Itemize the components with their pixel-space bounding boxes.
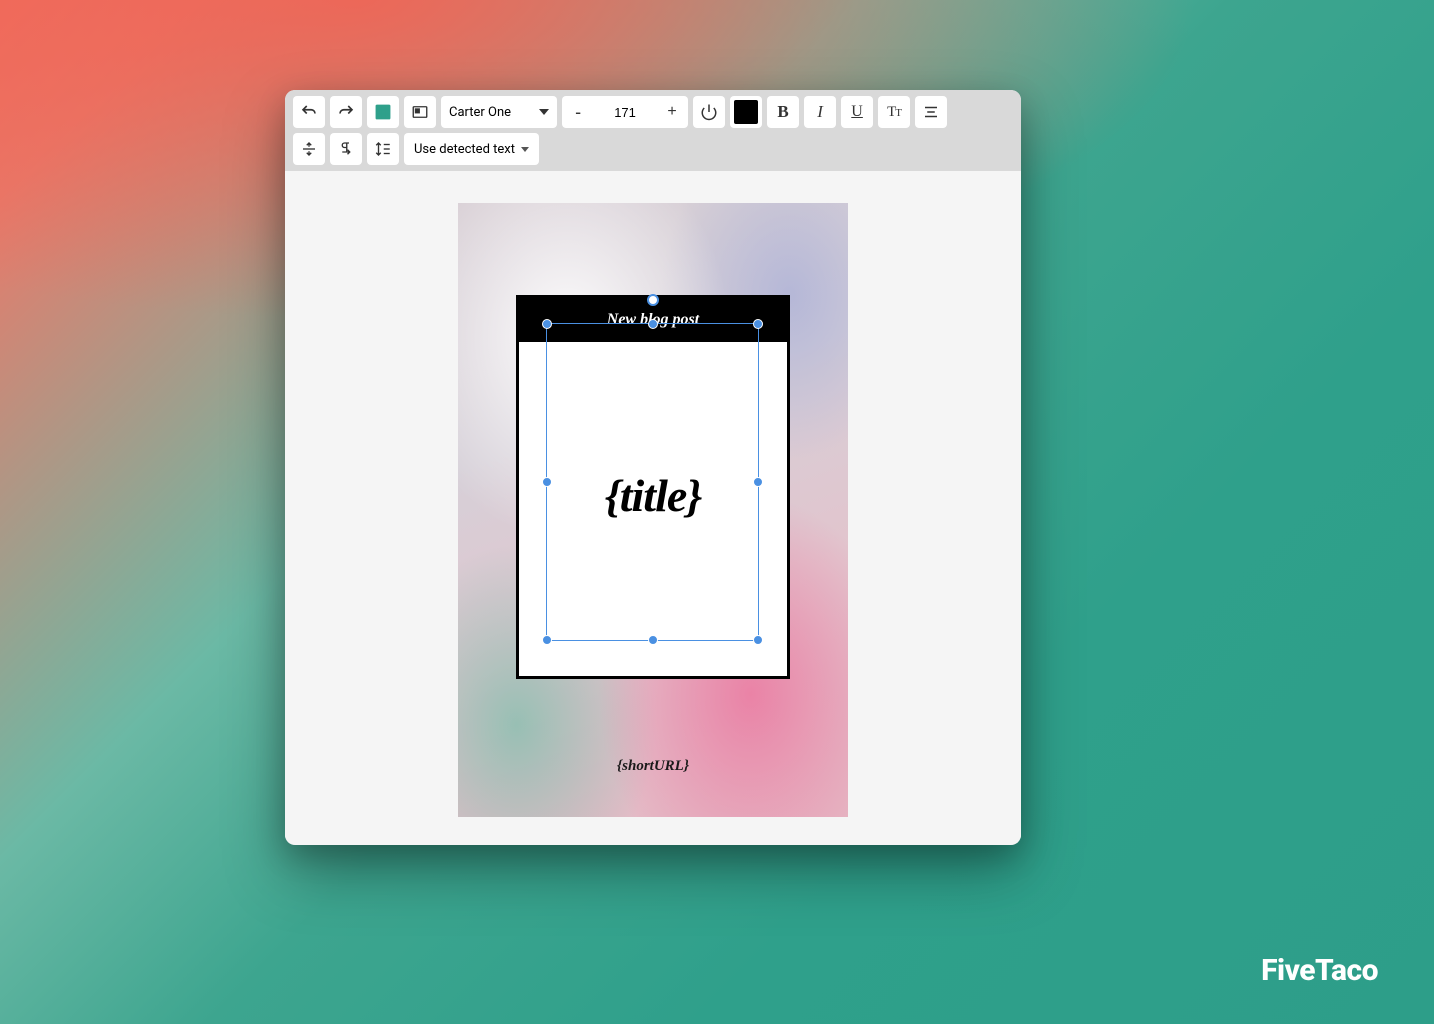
align-button[interactable] bbox=[915, 96, 947, 128]
detected-text-select[interactable]: Use detected text bbox=[404, 133, 539, 165]
canvas-area[interactable]: New blog post {title} {shortURL} bbox=[285, 171, 1021, 838]
power-button[interactable] bbox=[693, 96, 725, 128]
short-url-text[interactable]: {shortURL} bbox=[458, 758, 848, 775]
font-select[interactable]: Carter One bbox=[441, 96, 557, 128]
decrease-size-button[interactable]: - bbox=[562, 96, 594, 128]
font-size-input[interactable] bbox=[594, 96, 656, 128]
resize-handle-mr[interactable] bbox=[753, 477, 763, 487]
watermark: FiveTaco bbox=[1261, 953, 1378, 988]
redo-icon bbox=[337, 103, 355, 121]
title-text[interactable]: {title} bbox=[605, 469, 702, 522]
text-direction-button[interactable] bbox=[330, 133, 362, 165]
resize-handle-bm[interactable] bbox=[648, 635, 658, 645]
line-spacing-icon bbox=[374, 140, 392, 158]
caret-down-icon bbox=[539, 109, 549, 115]
line-spacing-button[interactable] bbox=[367, 133, 399, 165]
increase-size-button[interactable]: + bbox=[656, 96, 688, 128]
detected-text-label: Use detected text bbox=[414, 142, 515, 157]
bold-button[interactable]: B bbox=[767, 96, 799, 128]
editor-window: Carter One - + B I U TT bbox=[285, 90, 1021, 845]
resize-handle-bl[interactable] bbox=[542, 635, 552, 645]
resize-handle-br[interactable] bbox=[753, 635, 763, 645]
toolbar: Carter One - + B I U TT bbox=[285, 90, 1021, 171]
card-header: New blog post bbox=[519, 298, 787, 342]
text-case-button[interactable]: TT bbox=[878, 96, 910, 128]
undo-button[interactable] bbox=[293, 96, 325, 128]
underline-button[interactable]: U bbox=[841, 96, 873, 128]
undo-icon bbox=[300, 103, 318, 121]
blog-card[interactable]: New blog post {title} bbox=[516, 295, 790, 679]
text-direction-icon bbox=[337, 140, 355, 158]
poster-canvas[interactable]: New blog post {title} {shortURL} bbox=[458, 203, 848, 817]
redo-button[interactable] bbox=[330, 96, 362, 128]
text-case-icon: TT bbox=[887, 104, 901, 121]
align-center-icon bbox=[922, 103, 940, 121]
frame-button[interactable] bbox=[404, 96, 436, 128]
frame-icon bbox=[411, 103, 429, 121]
vertical-align-button[interactable] bbox=[293, 133, 325, 165]
grid-button[interactable] bbox=[367, 96, 399, 128]
font-size-stepper: - + bbox=[562, 96, 688, 128]
resize-handle-ml[interactable] bbox=[542, 477, 552, 487]
chevron-down-icon bbox=[521, 147, 529, 152]
vertical-align-icon bbox=[300, 140, 318, 158]
italic-button[interactable]: I bbox=[804, 96, 836, 128]
grid-icon bbox=[374, 103, 392, 121]
text-color-picker[interactable] bbox=[730, 96, 762, 128]
color-swatch-icon bbox=[734, 100, 758, 124]
power-icon bbox=[700, 103, 718, 121]
font-name: Carter One bbox=[449, 105, 511, 120]
